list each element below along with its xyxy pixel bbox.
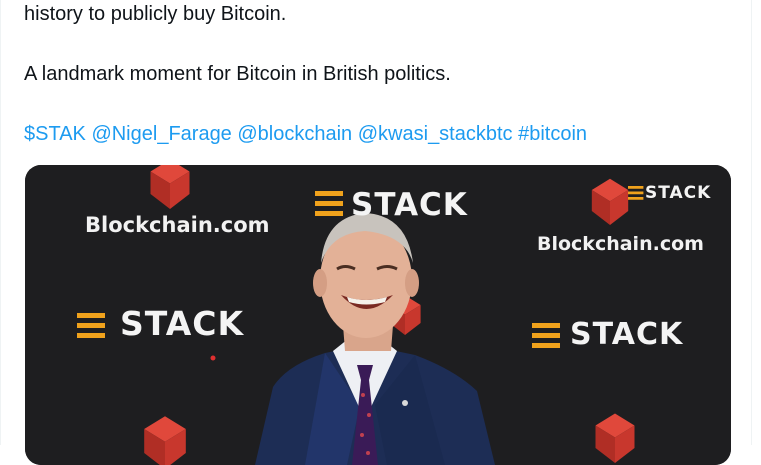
tweet-text-line: history to publicly buy Bitcoin.	[24, 3, 287, 25]
cashtag-link[interactable]: $STAK	[24, 123, 86, 145]
backdrop-stack-text: STACK	[570, 317, 684, 352]
stack-logo-icon	[628, 186, 644, 200]
mention-link[interactable]: @Nigel_Farage	[91, 123, 231, 145]
backdrop-brand-text: Blockchain.com	[537, 233, 704, 255]
mention-link[interactable]: @kwasi_stackbtc	[358, 123, 513, 145]
backdrop-stack-text: STACK	[351, 187, 468, 223]
backdrop-stack-text: STACK	[120, 304, 245, 343]
stack-logo-icon	[532, 323, 560, 348]
stack-logo-icon	[77, 313, 105, 338]
tweet-photo[interactable]: Blockchain.com Blockchain.com STACK STAC…	[25, 165, 731, 465]
backdrop-stack-text: STACK	[645, 183, 712, 203]
stack-logo-icon	[315, 191, 343, 216]
backdrop-brand-text: Blockchain.com	[85, 213, 270, 237]
hashtag-link[interactable]: #bitcoin	[518, 123, 587, 145]
mention-link[interactable]: @blockchain	[237, 123, 352, 145]
tweet-card: history to publicly buy Bitcoin. A landm…	[0, 0, 752, 465]
tweet-tags-line: $STAK @Nigel_Farage @blockchain @kwasi_s…	[24, 123, 587, 146]
tweet-text-line: A landmark moment for Bitcoin in British…	[24, 63, 451, 85]
